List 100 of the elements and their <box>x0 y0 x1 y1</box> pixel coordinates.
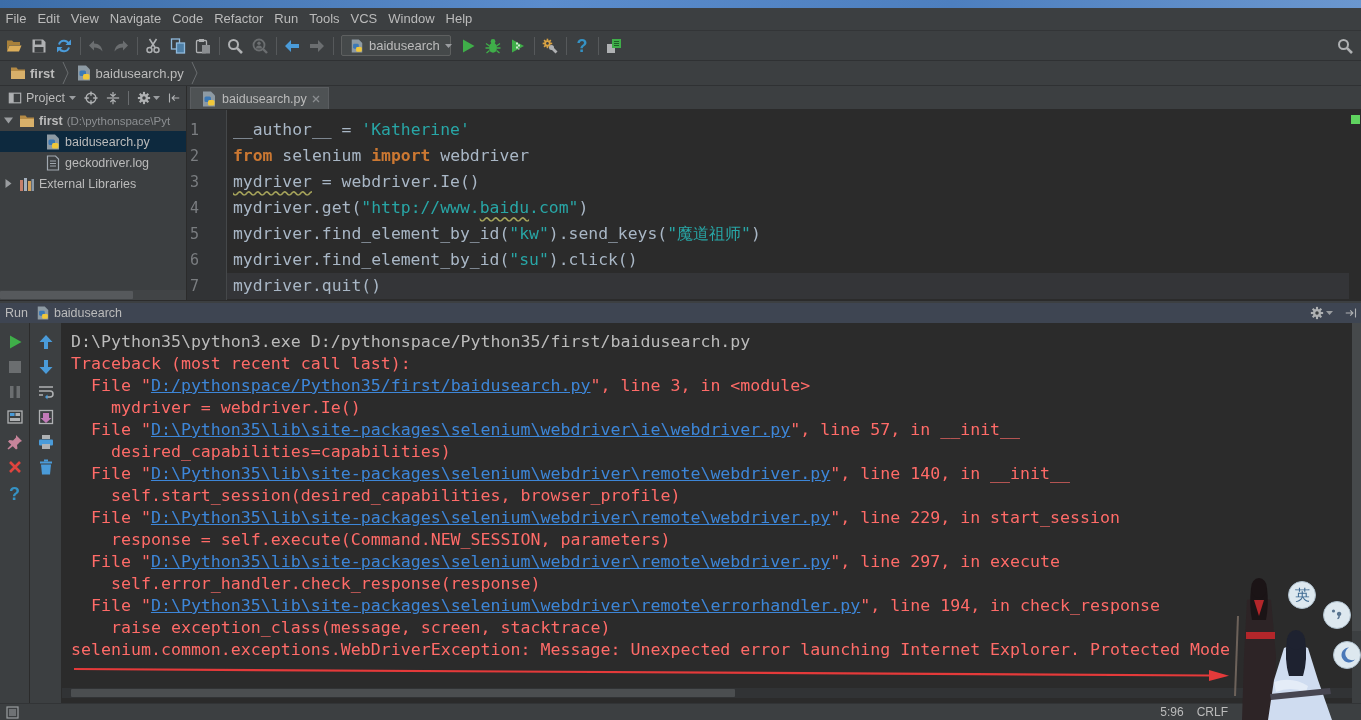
run-coverage-icon[interactable] <box>510 37 526 54</box>
menu-item[interactable]: Window <box>382 10 441 28</box>
scroll-to-end-icon[interactable] <box>37 409 54 425</box>
line-number: 4 <box>189 198 201 219</box>
editor-tab[interactable]: baidusearch.py <box>190 87 329 109</box>
scrollbar-thumb[interactable] <box>0 291 133 299</box>
tree-item[interactable]: External Libraries <box>0 173 186 194</box>
close-icon[interactable] <box>311 94 320 103</box>
file-link[interactable]: D:/pythonspace/Python35/first/baidusearch.py <box>150 376 591 395</box>
console-line: File "D:\Python35\lib\site-packages\selenium\webdriver\remote\webdriver.py", line 297, in execute <box>89 551 1061 573</box>
scrollbar-thumb[interactable] <box>71 689 735 697</box>
chevron-icon <box>61 62 69 84</box>
caret-icon <box>1326 311 1333 315</box>
search-icon[interactable] <box>1336 37 1353 54</box>
menu-item[interactable]: Code <box>166 10 209 28</box>
caret-icon <box>444 43 452 48</box>
menu-item[interactable]: Tools <box>303 10 346 28</box>
file-link[interactable]: D:\Python35\lib\site-packages\selenium\webdriver\remote\webdriver.py <box>150 552 831 571</box>
hide-panel-icon[interactable] <box>1345 307 1357 319</box>
scissors-icon[interactable] <box>145 37 161 54</box>
file-link[interactable]: D:\Python35\lib\site-packages\selenium\webdriver\remote\errorhandler.py <box>150 596 861 615</box>
hide-panel-icon[interactable] <box>167 91 180 104</box>
python-file-icon <box>350 38 364 53</box>
line-number: 6 <box>189 250 201 271</box>
layout-icon[interactable] <box>6 409 23 425</box>
settings-icon <box>136 90 151 105</box>
help-button[interactable]: ? <box>574 35 590 56</box>
menu-item[interactable]: Edit <box>31 10 66 28</box>
menu-item[interactable]: File <box>0 10 32 28</box>
console-line: selenium.common.exceptions.WebDriverException: Message: Unexpected error launching Internet Explorer. Protected Mode <box>71 639 1230 661</box>
python-file-icon <box>75 65 92 81</box>
menu-item[interactable]: Navigate <box>104 10 167 28</box>
code-line: __author__ = 'Katherine' <box>232 119 471 141</box>
collapse-all-icon[interactable] <box>105 90 120 105</box>
soft-wrap-icon[interactable] <box>37 384 54 400</box>
caret-position[interactable]: 5:96 <box>1160 705 1184 719</box>
code-line: from selenium import webdriver <box>232 145 531 167</box>
project-view-dropdown[interactable]: Project <box>8 90 76 105</box>
expand-arrow-icon[interactable] <box>4 179 13 188</box>
console-line: Traceback (most recent call last): <box>71 353 411 375</box>
tree-item[interactable]: geckodriver.log <box>0 152 186 173</box>
bug-icon[interactable] <box>485 37 501 54</box>
clipboard-icon[interactable] <box>195 37 211 54</box>
caret-icon <box>68 95 76 100</box>
console-line: D:\Python35\python3.exe D:/pythonspace/Python35/first/baidusearch.py <box>71 331 751 353</box>
tool-windows-icon[interactable] <box>6 705 19 719</box>
expand-arrow-icon[interactable] <box>4 116 13 125</box>
settings-dropdown[interactable] <box>136 90 160 105</box>
help-button[interactable]: ? <box>6 484 23 504</box>
run-config-dropdown[interactable]: baidusearch <box>341 35 451 56</box>
tree-item[interactable]: baidusearch.py <box>0 131 186 152</box>
code-line: mydriver.find_element_by_id("su").click() <box>232 249 639 271</box>
run-icon[interactable] <box>460 37 476 54</box>
menu-item[interactable]: Refactor <box>208 10 269 28</box>
pin-icon[interactable] <box>6 434 23 450</box>
menu-item[interactable]: View <box>65 10 105 28</box>
line-separator[interactable]: CRLF <box>1196 705 1228 719</box>
moon-icon[interactable] <box>1333 641 1361 669</box>
inspection-status-icon <box>1350 115 1360 124</box>
copy-icon[interactable] <box>170 37 186 54</box>
printer-icon[interactable] <box>37 434 54 450</box>
python-file-icon <box>35 306 50 320</box>
line-number: 1 <box>189 120 201 141</box>
file-link[interactable]: D:\Python35\lib\site-packages\selenium\webdriver\remote\webdriver.py <box>150 508 831 527</box>
code-editor[interactable] <box>187 110 1361 300</box>
crosshair-icon[interactable] <box>83 90 98 105</box>
menu-item[interactable]: Help <box>440 10 478 28</box>
wrench-gear-icon[interactable] <box>542 37 558 54</box>
run-config-tab[interactable]: baidusearch <box>35 306 123 320</box>
breadcrumb[interactable]: baidusearch.py <box>73 65 186 81</box>
console-line: File "D:\Python35\lib\site-packages\selenium\webdriver\remote\webdriver.py", line 140, in __init__ <box>89 463 1071 485</box>
library-books-icon <box>19 175 35 192</box>
console-line: File "D:/pythonspace/Python35/first/baidusearch.py", line 3, in <module> <box>89 375 811 397</box>
up-arrow-icon[interactable] <box>37 334 54 350</box>
file-link[interactable]: D:\Python35\lib\site-packages\selenium\webdriver\ie\webdriver.py <box>150 420 791 439</box>
search-icon[interactable] <box>227 37 243 54</box>
menu-item[interactable]: Run <box>268 10 304 28</box>
caret-icon <box>152 95 160 100</box>
line-number: 5 <box>189 224 201 245</box>
down-arrow-icon[interactable] <box>37 359 54 375</box>
sync-icon[interactable] <box>56 37 72 54</box>
punctuation-toggle-icon[interactable] <box>1323 601 1351 629</box>
close-icon[interactable] <box>6 459 23 475</box>
trash-icon[interactable] <box>37 459 54 475</box>
console-line: File "D:\Python35\lib\site-packages\selenium\webdriver\remote\webdriver.py", line 229, in start_session <box>89 507 1120 529</box>
python-file-icon <box>45 133 61 150</box>
sdk-manager-icon[interactable] <box>606 37 622 54</box>
line-number: 7 <box>189 276 201 297</box>
code-line: mydriver.get("http://www.baidu.com") <box>232 197 590 219</box>
file-link[interactable]: D:\Python35\lib\site-packages\selenium\webdriver\remote\webdriver.py <box>150 464 831 483</box>
settings-dropdown[interactable] <box>1310 306 1333 320</box>
vertical-scrollbar[interactable] <box>1352 323 1361 631</box>
console-line: self.error_handler.check_response(response) <box>109 573 541 595</box>
breadcrumb[interactable]: first <box>8 65 57 81</box>
horizontal-scrollbar[interactable] <box>0 290 186 300</box>
line-number: 3 <box>189 172 201 193</box>
menu-item[interactable]: VCS <box>345 10 383 28</box>
tree-item[interactable]: first (D:\pythonspace\Pyt <box>0 110 186 131</box>
console-line: raise exception_class(message, screen, stacktrace) <box>109 617 611 639</box>
horizontal-scrollbar[interactable] <box>62 688 1352 698</box>
